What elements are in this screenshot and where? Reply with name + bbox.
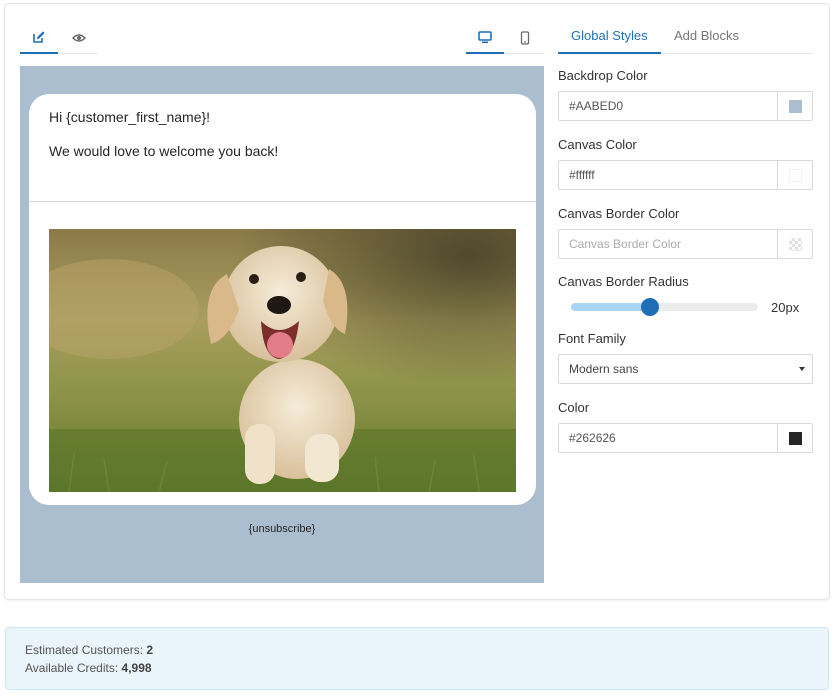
- text-color-field[interactable]: #262626: [558, 423, 813, 453]
- divider-block[interactable]: [29, 201, 536, 202]
- edit-mode-button[interactable]: [20, 22, 58, 54]
- border-radius-slider-thumb[interactable]: [640, 298, 659, 316]
- transparent-swatch-icon: [788, 237, 802, 251]
- welcome-text[interactable]: We would love to welcome you back!: [49, 143, 278, 159]
- font-family-value: Modern sans: [569, 362, 639, 376]
- desktop-view-button[interactable]: [466, 22, 504, 54]
- mobile-view-button[interactable]: [506, 22, 544, 53]
- canvas-color-field[interactable]: #ffffff: [558, 160, 813, 190]
- canvas-border-color-picker[interactable]: [777, 230, 812, 258]
- edit-icon: [33, 31, 45, 43]
- email-canvas[interactable]: Hi {customer_first_name}! We would love …: [29, 94, 536, 505]
- border-radius-slider-fill: [571, 303, 650, 311]
- available-credits: Available Credits: 4,998: [25, 661, 152, 675]
- canvas-border-color-field[interactable]: Canvas Border Color: [558, 229, 813, 259]
- backdrop-color-field[interactable]: #AABED0: [558, 91, 813, 121]
- campaign-info-box: Estimated Customers: 2 Available Credits…: [5, 627, 829, 690]
- canvas-border-radius-label: Canvas Border Radius: [558, 274, 689, 289]
- canvas-border-color-placeholder[interactable]: Canvas Border Color: [559, 230, 777, 258]
- canvas-color-swatch: [788, 168, 802, 182]
- eye-icon: [72, 33, 86, 42]
- canvas-color-label: Canvas Color: [558, 137, 637, 152]
- estimated-customers-value: 2: [146, 643, 154, 657]
- font-family-select[interactable]: Modern sans: [558, 354, 813, 384]
- monitor-icon: [478, 30, 492, 43]
- canvas-color-value[interactable]: #ffffff: [559, 161, 777, 189]
- available-credits-label: Available Credits:: [25, 661, 119, 675]
- tab-global-styles[interactable]: Global Styles: [558, 22, 661, 54]
- text-color-label: Color: [558, 400, 590, 415]
- font-family-label: Font Family: [558, 331, 626, 346]
- puppy-image[interactable]: [49, 229, 516, 492]
- puppy-image-illustration: [49, 229, 516, 492]
- preview-mode-button[interactable]: [60, 22, 98, 53]
- email-editor-card: Hi {customer_first_name}! We would love …: [5, 4, 829, 599]
- panel-tabs: Global Styles Add Blocks: [558, 22, 813, 54]
- text-color-value[interactable]: #262626: [559, 424, 777, 452]
- estimated-customers-label: Estimated Customers:: [25, 643, 144, 657]
- mode-toolbar: [20, 22, 98, 54]
- greeting-text[interactable]: Hi {customer_first_name}!: [49, 109, 210, 125]
- device-toolbar: [466, 22, 544, 54]
- unsubscribe-link[interactable]: {unsubscribe}: [20, 523, 544, 535]
- backdrop-color-value[interactable]: #AABED0: [559, 92, 777, 120]
- border-radius-value: 20px: [771, 300, 800, 315]
- tab-add-blocks[interactable]: Add Blocks: [661, 22, 752, 54]
- canvas-color-picker[interactable]: [777, 161, 812, 189]
- canvas-border-color-label: Canvas Border Color: [558, 206, 680, 221]
- email-backdrop[interactable]: Hi {customer_first_name}! We would love …: [20, 66, 544, 583]
- smartphone-icon: [520, 30, 530, 45]
- border-radius-slider[interactable]: [571, 298, 758, 316]
- backdrop-color-swatch: [788, 99, 802, 113]
- estimated-customers: Estimated Customers: 2: [25, 643, 153, 657]
- available-credits-value: 4,998: [121, 661, 152, 675]
- backdrop-color-label: Backdrop Color: [558, 68, 648, 83]
- text-color-picker[interactable]: [777, 424, 812, 452]
- caret-down-icon: [799, 367, 805, 371]
- text-color-swatch: [788, 431, 802, 445]
- backdrop-color-picker[interactable]: [777, 92, 812, 120]
